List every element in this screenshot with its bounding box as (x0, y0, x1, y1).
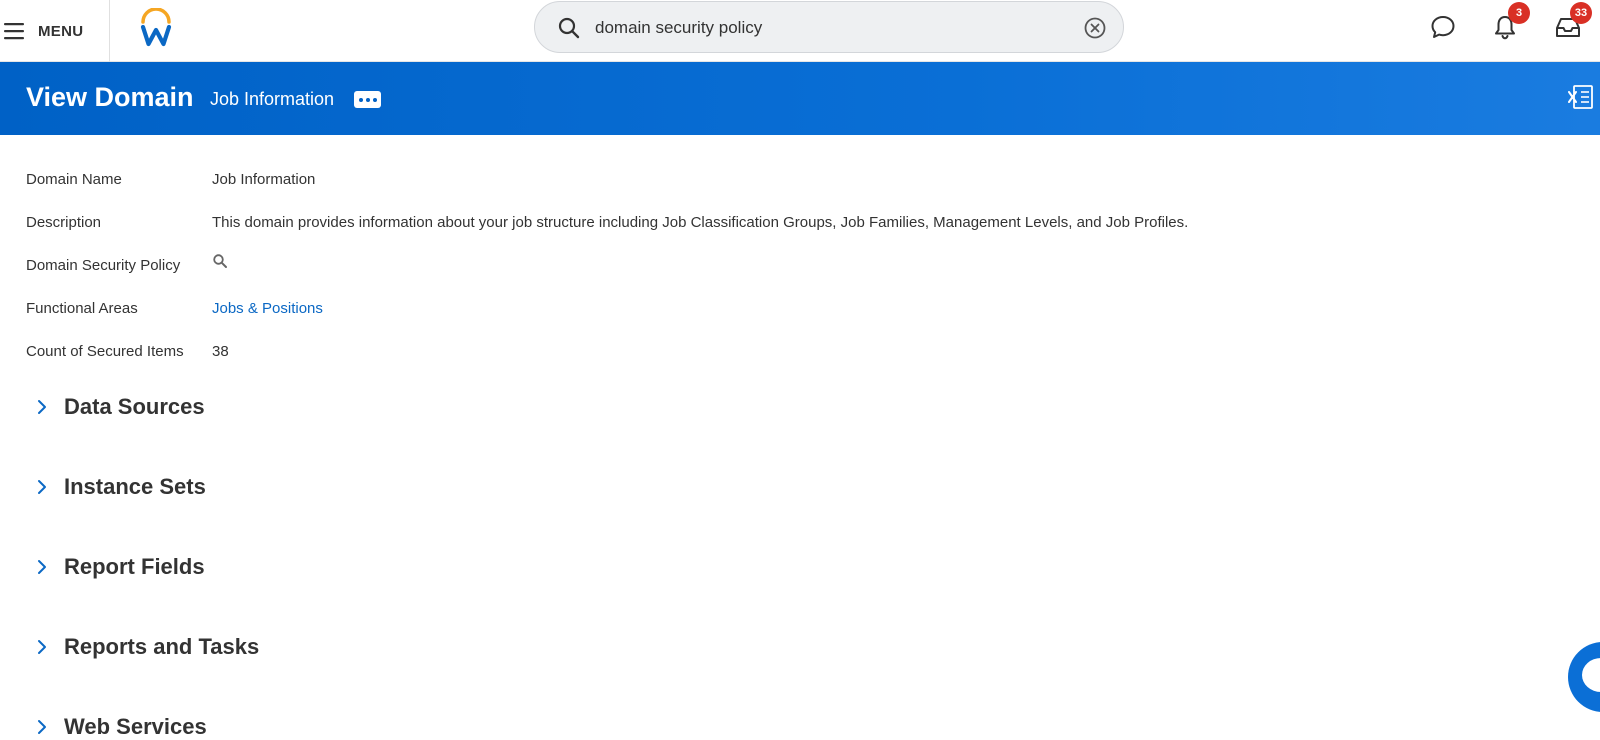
menu-button[interactable]: MENU (0, 0, 110, 62)
workday-logo[interactable] (137, 8, 175, 48)
global-search-bar[interactable] (534, 1, 1124, 53)
related-actions-button[interactable] (354, 91, 381, 108)
assistant-button[interactable] (1568, 642, 1600, 712)
field-label: Domain Name (26, 170, 122, 188)
assistant-icon (1582, 658, 1600, 692)
section-data-sources[interactable]: Data Sources (32, 390, 205, 424)
top-bar: MENU 3 33 (0, 0, 1600, 62)
field-label: Description (26, 213, 102, 231)
field-domain-name: Domain Name Job Information (26, 168, 315, 190)
field-label: Domain Security Policy (26, 256, 181, 274)
field-description: Description This domain provides informa… (26, 211, 1188, 233)
clear-icon[interactable] (1083, 16, 1107, 40)
search-icon[interactable] (557, 16, 581, 40)
menu-label: MENU (38, 22, 84, 40)
field-functional-areas: Functional Areas Jobs & Positions (26, 297, 323, 319)
chat-icon[interactable] (1428, 12, 1458, 42)
section-title: Reports and Tasks (64, 634, 260, 659)
chevron-right-icon (38, 720, 46, 734)
inbox-badge: 33 (1570, 2, 1592, 24)
section-title: Report Fields (64, 554, 205, 579)
section-report-fields[interactable]: Report Fields (32, 550, 205, 584)
page-title: View Domain (26, 82, 194, 112)
section-title: Web Services (64, 714, 207, 739)
page-subtitle: Job Information (210, 89, 335, 109)
field-domain-security-policy: Domain Security Policy (26, 254, 228, 276)
field-value: Job Information (212, 170, 316, 188)
search-input[interactable] (595, 14, 1065, 42)
more-icon (358, 97, 363, 102)
section-reports-and-tasks[interactable]: Reports and Tasks (32, 630, 259, 664)
hamburger-icon (4, 23, 24, 40)
field-count-secured-items: Count of Secured Items 38 (26, 340, 229, 362)
field-label: Count of Secured Items (26, 342, 184, 360)
field-value: This domain provides information about y… (212, 213, 1189, 231)
field-value: 38 (212, 342, 229, 360)
chevron-right-icon (38, 480, 46, 494)
prompt-search-icon[interactable] (212, 253, 228, 269)
section-instance-sets[interactable]: Instance Sets (32, 470, 206, 504)
chevron-right-icon (38, 560, 46, 574)
page-header: View Domain Job Information (0, 62, 1600, 135)
excel-export-icon[interactable] (1568, 84, 1594, 110)
field-label: Functional Areas (26, 299, 138, 317)
notifications-badge: 3 (1508, 2, 1530, 24)
chevron-right-icon (38, 640, 46, 654)
section-web-services[interactable]: Web Services (32, 710, 207, 740)
section-title: Data Sources (64, 394, 205, 419)
section-title: Instance Sets (64, 474, 206, 499)
chevron-right-icon (38, 400, 46, 414)
functional-area-link[interactable]: Jobs & Positions (212, 300, 323, 317)
